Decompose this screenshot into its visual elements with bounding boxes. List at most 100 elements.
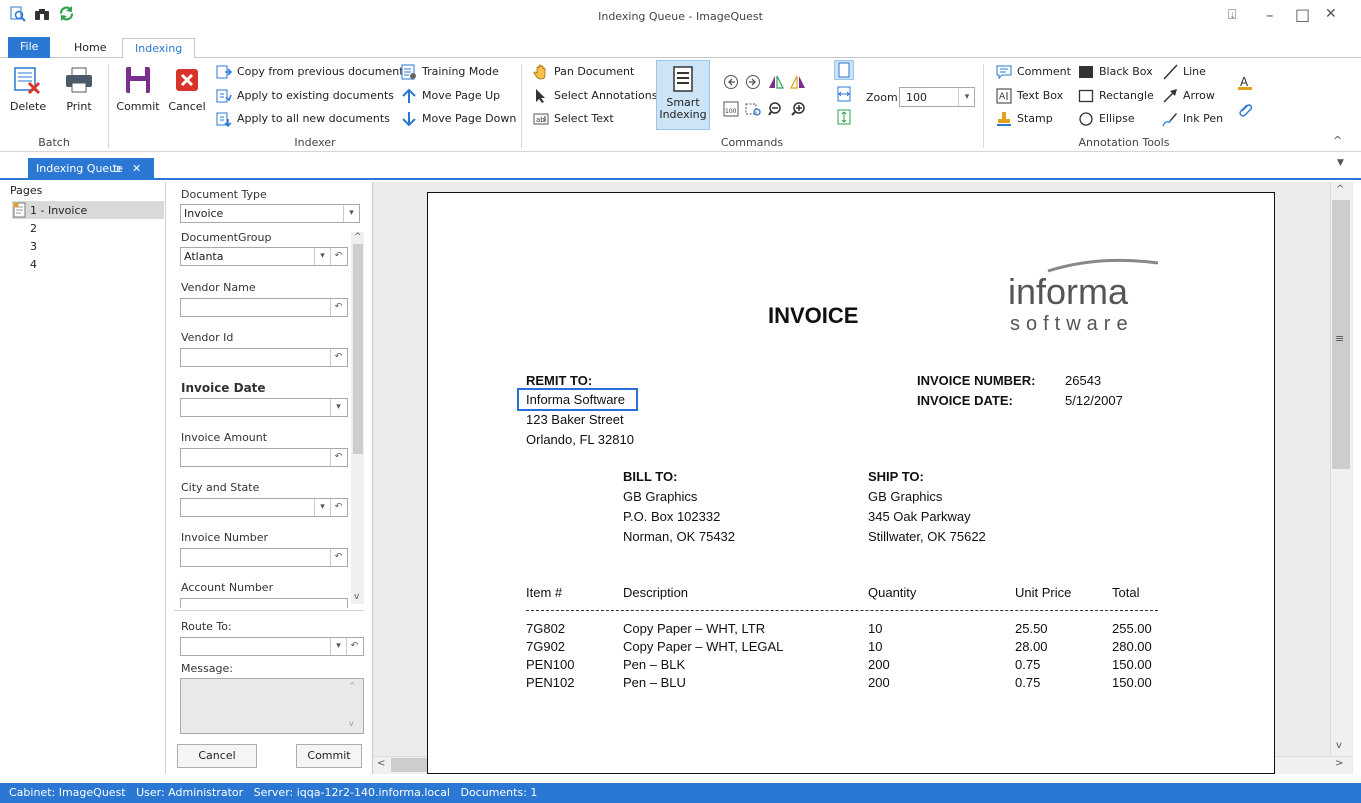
fit-width-icon[interactable] [836, 86, 852, 102]
undo-icon[interactable]: ↶ [330, 449, 346, 466]
print-button[interactable]: Print [62, 64, 96, 113]
close-tab-icon[interactable]: ✕ [132, 158, 141, 180]
table-cell: 150.00 [1112, 657, 1152, 672]
maximize-button[interactable]: □ [1295, 5, 1310, 24]
scroll-down-icon[interactable]: v [354, 592, 359, 602]
comment-button[interactable]: Comment [996, 62, 1071, 82]
scroll-left-icon[interactable]: < [377, 758, 385, 769]
move-page-up-button[interactable]: Move Page Up [401, 86, 500, 106]
arrow-button[interactable]: Arrow [1162, 86, 1215, 106]
select-text-button[interactable]: ab Select Text [533, 109, 614, 129]
fit-height-icon[interactable] [836, 109, 852, 125]
smart-indexing-button[interactable]: Smart Indexing [656, 60, 710, 130]
attachment-icon[interactable] [1237, 102, 1253, 118]
apply-new-button[interactable]: Apply to all new documents [216, 109, 390, 129]
line-button[interactable]: Line [1162, 62, 1206, 82]
tab-indexing[interactable]: Indexing [122, 38, 196, 60]
stamp-button[interactable]: Stamp [996, 109, 1053, 129]
training-mode-button[interactable]: Training Mode [401, 62, 499, 82]
flip-horizontal-icon[interactable] [768, 74, 784, 90]
close-button[interactable]: ✕ [1325, 6, 1337, 22]
table-cell: PEN102 [526, 675, 575, 690]
undo-icon[interactable]: ↶ [330, 499, 346, 516]
invoice-amount-field[interactable]: ↶ [180, 448, 348, 467]
fields-scrollbar-thumb[interactable] [353, 244, 363, 454]
fit-page-icon[interactable] [834, 60, 854, 80]
undo-icon[interactable]: ↶ [330, 248, 346, 265]
text-box-button[interactable]: A Text Box [996, 86, 1063, 106]
zoom-select[interactable]: 100 ▾ [899, 87, 975, 107]
collapse-ribbon-icon[interactable]: ^ [1333, 134, 1342, 147]
tab-file[interactable]: File [8, 37, 51, 58]
page-item[interactable]: 3 [30, 239, 37, 255]
document-group-select[interactable]: Atlanta ▾ ↶ [180, 247, 348, 266]
city-state-select[interactable]: ▾ ↶ [180, 498, 348, 517]
page-item[interactable]: 1 - Invoice [30, 203, 87, 219]
table-cell: 7G902 [526, 639, 566, 654]
commit-button[interactable]: Commit [116, 64, 160, 113]
undo-icon[interactable]: ↶ [330, 549, 346, 566]
line-label: Line [1183, 65, 1206, 78]
tab-home[interactable]: Home [62, 38, 118, 58]
move-page-down-button[interactable]: Move Page Down [401, 109, 516, 129]
chevron-down-icon[interactable]: ▾ [330, 399, 346, 416]
chevron-down-icon[interactable]: ▾ [958, 88, 975, 106]
scroll-down-icon[interactable]: v [1336, 740, 1342, 751]
document-type-label: Document Type [181, 188, 267, 201]
apply-existing-button[interactable]: Apply to existing documents [216, 86, 394, 106]
select-annotations-button[interactable]: Select Annotations [533, 86, 658, 106]
page-item[interactable]: 2 [30, 221, 37, 237]
table-cell: 28.00 [1015, 639, 1048, 654]
table-cell: 0.75 [1015, 675, 1041, 690]
copy-previous-button[interactable]: Copy from previous document [216, 62, 404, 82]
message-textarea[interactable]: ^ v [180, 678, 364, 734]
tab-indexing-queue[interactable]: Indexing Queue ⮌ ✕ [28, 158, 154, 180]
previous-page-icon[interactable] [723, 74, 739, 90]
ellipse-button[interactable]: Ellipse [1078, 109, 1135, 129]
pan-document-button[interactable]: Pan Document [533, 62, 634, 82]
cancel-ribbon-button[interactable]: Cancel [167, 64, 207, 113]
pin-icon[interactable]: ⮌ [112, 158, 121, 180]
chevron-down-icon[interactable]: ▾ [343, 205, 359, 222]
undo-icon[interactable]: ↶ [330, 299, 346, 316]
column-header: Item # [526, 585, 563, 600]
save-icon [122, 64, 154, 96]
document-type-select[interactable]: Invoice ▾ [180, 204, 360, 223]
undo-icon[interactable]: ↶ [330, 349, 346, 366]
scroll-right-icon[interactable]: > [1335, 758, 1343, 769]
route-to-select[interactable]: ▾ ↶ [180, 637, 364, 656]
vendor-name-field[interactable]: ↶ [180, 298, 348, 317]
zoom-out-icon[interactable] [768, 101, 784, 117]
thumbnail-icon[interactable]: 100 [723, 101, 739, 117]
highlight-text-icon[interactable]: A [1237, 74, 1253, 90]
vendor-id-field[interactable]: ↶ [180, 348, 348, 367]
restore-ribbon-icon[interactable]: ⍗ [1228, 7, 1236, 23]
scroll-up-icon[interactable]: ^ [349, 681, 356, 690]
black-box-button[interactable]: Black Box [1078, 62, 1153, 82]
minimize-button[interactable]: – [1266, 6, 1274, 24]
chevron-down-icon[interactable]: ▾ [314, 248, 330, 265]
zoom-in-icon[interactable] [790, 101, 806, 117]
zoom-area-icon[interactable] [745, 101, 761, 117]
chevron-down-icon[interactable]: ▾ [330, 638, 346, 655]
rectangle-button[interactable]: Rectangle [1078, 86, 1154, 106]
delete-button[interactable]: Delete [10, 64, 46, 113]
scroll-down-icon[interactable]: v [349, 719, 354, 728]
table-cell: 150.00 [1112, 675, 1152, 690]
next-page-icon[interactable] [745, 74, 761, 90]
page-item[interactable]: 4 [30, 257, 37, 273]
vendor-name-label: Vendor Name [181, 281, 256, 294]
invoice-number-field[interactable]: ↶ [180, 548, 348, 567]
scroll-up-icon[interactable]: ^ [1336, 184, 1344, 195]
commit-form-button[interactable]: Commit [296, 744, 362, 768]
undo-icon[interactable]: ↶ [346, 638, 362, 655]
cancel-button[interactable]: Cancel [177, 744, 257, 768]
tab-list-dropdown-icon[interactable]: ▼ [1337, 158, 1344, 168]
chevron-down-icon[interactable]: ▾ [314, 499, 330, 516]
account-number-field[interactable] [180, 598, 348, 608]
invoice-date-field[interactable]: ▾ [180, 398, 348, 417]
scroll-up-icon[interactable]: ^ [354, 232, 362, 242]
apply-new-label: Apply to all new documents [237, 112, 390, 125]
flip-vertical-icon[interactable] [790, 74, 806, 90]
ink-pen-button[interactable]: Ink Pen [1162, 109, 1223, 129]
